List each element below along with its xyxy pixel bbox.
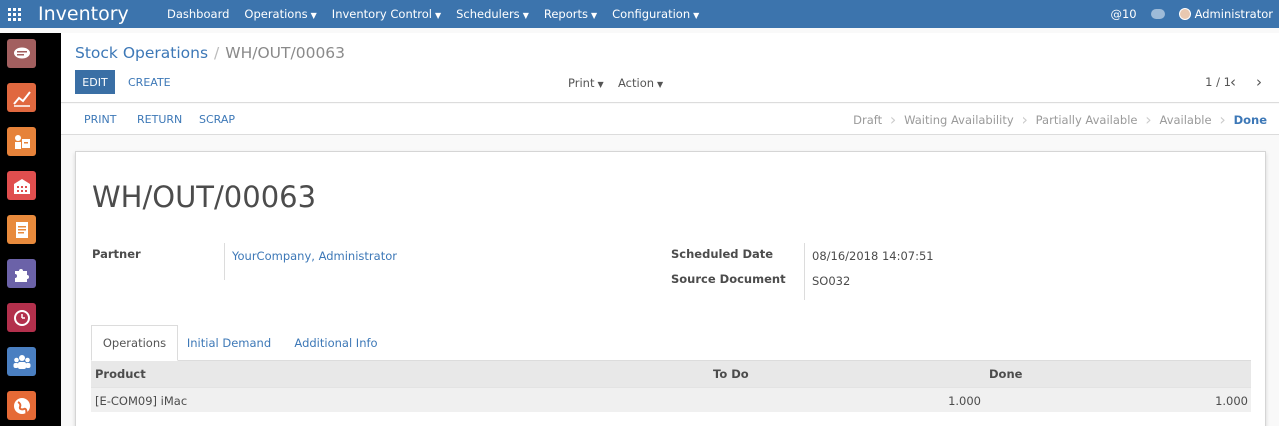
user-name: Administrator — [1194, 7, 1273, 21]
menu-schedulers[interactable]: Schedulers ▼ — [456, 7, 529, 21]
clock-icon[interactable] — [7, 303, 36, 332]
menu-reports[interactable]: Reports ▼ — [544, 7, 597, 21]
source-document-label: Source Document — [671, 272, 786, 286]
crm-icon[interactable] — [7, 127, 36, 156]
caret-down-icon: ▼ — [693, 11, 700, 20]
notebook-tabs: Operations Initial Demand Additional Inf… — [91, 325, 1251, 361]
control-panel: Stock Operations / WH/OUT/00063 EDIT CREAT… — [61, 33, 1279, 103]
source-document-field[interactable]: SO032 — [812, 274, 850, 288]
operations-table: Product To Do Done [E-COM09] iMac 1.000 … — [91, 361, 1251, 412]
discuss-icon[interactable] — [7, 39, 36, 68]
invoicing-icon[interactable] — [7, 215, 36, 244]
breadcrumb: Stock Operations / WH/OUT/00063 — [75, 44, 345, 62]
tab-additional-info[interactable]: Additional Info — [285, 325, 387, 361]
pager-next-icon[interactable]: › — [1256, 73, 1262, 91]
scrap-button[interactable]: SCRAP — [199, 113, 235, 126]
scheduled-date-field[interactable]: 08/16/2018 14:07:51 — [812, 249, 934, 263]
scheduled-date-label: Scheduled Date — [671, 247, 774, 261]
app-switcher-icon[interactable] — [0, 0, 28, 28]
breadcrumb-separator: / — [214, 44, 220, 62]
edit-button[interactable]: EDIT — [75, 70, 115, 94]
warehouse-icon[interactable] — [7, 171, 36, 200]
create-button[interactable]: CREATE — [121, 70, 178, 94]
chevron-right-icon: › — [1021, 110, 1028, 129]
pager-value[interactable]: 1 / 1 — [1205, 75, 1231, 89]
tab-initial-demand[interactable]: Initial Demand — [181, 325, 277, 361]
caret-down-icon: ▼ — [522, 11, 529, 20]
globe-icon[interactable] — [7, 391, 36, 420]
sales-chart-icon[interactable] — [7, 83, 36, 112]
caret-down-icon: ▼ — [310, 11, 317, 20]
caret-down-icon: ▼ — [597, 80, 604, 89]
menu-inventory-control[interactable]: Inventory Control ▼ — [332, 7, 441, 21]
top-navbar: Inventory Dashboard Operations ▼ Inventor… — [0, 0, 1279, 28]
stage-partially-available: Partially Available — [1035, 112, 1138, 127]
chevron-right-icon: › — [1145, 110, 1152, 129]
apps-puzzle-icon[interactable] — [7, 259, 36, 288]
menu-dashboard[interactable]: Dashboard — [167, 7, 229, 21]
partner-label: Partner — [92, 247, 141, 261]
column-to-do[interactable]: To Do — [713, 367, 749, 381]
action-dropdown[interactable]: Action ▼ — [618, 76, 663, 90]
print-dropdown[interactable]: Print ▼ — [568, 76, 604, 90]
stage-waiting-availability: Waiting Availability — [904, 112, 1014, 127]
stage-draft: Draft — [853, 112, 883, 127]
app-title: Inventory — [38, 3, 129, 25]
tab-operations[interactable]: Operations — [91, 325, 178, 361]
apps-sidebar — [0, 33, 61, 426]
chevron-right-icon: › — [1219, 110, 1226, 129]
field-divider — [224, 243, 225, 280]
partner-field[interactable]: YourCompany, Administrator — [232, 249, 397, 263]
column-done[interactable]: Done — [989, 367, 1022, 381]
table-row[interactable]: [E-COM09] iMac 1.000 1.000 — [91, 387, 1251, 412]
stage-available: Available — [1159, 112, 1212, 127]
user-menu[interactable]: Administrator — [1178, 7, 1273, 21]
mentions-counter[interactable]: @10 — [1110, 7, 1136, 21]
return-button[interactable]: RETURN — [137, 113, 182, 126]
form-sheet: WH/OUT/00063 Partner YourCompany, Admini… — [75, 151, 1266, 426]
menu-operations[interactable]: Operations ▼ — [244, 7, 316, 21]
chevron-right-icon: › — [889, 110, 897, 129]
print-button[interactable]: PRINT — [84, 113, 116, 126]
table-header: Product To Do Done — [91, 361, 1251, 387]
column-product[interactable]: Product — [95, 367, 146, 381]
stage-done: Done — [1233, 112, 1267, 127]
caret-down-icon: ▼ — [590, 11, 598, 20]
status-stages: Draft › Waiting Availability › Partially… — [853, 104, 1267, 135]
status-bar: PRINT RETURN SCRAP Draft › Waiting Avail… — [61, 104, 1279, 135]
todo-cell: 1.000 — [948, 394, 981, 408]
employees-icon[interactable] — [7, 347, 36, 376]
avatar — [1178, 8, 1191, 20]
record-title: WH/OUT/00063 — [92, 180, 317, 214]
breadcrumb-stock-operations[interactable]: Stock Operations — [75, 44, 208, 62]
main-content: Stock Operations / WH/OUT/00063 EDIT CREAT… — [61, 33, 1279, 426]
chat-icon[interactable] — [1150, 9, 1165, 19]
product-cell: [E-COM09] iMac — [95, 394, 188, 408]
pager-previous-icon[interactable]: ‹ — [1230, 73, 1236, 91]
caret-down-icon: ▼ — [657, 80, 664, 89]
field-divider — [804, 243, 805, 300]
main-menu: Dashboard Operations ▼ Inventory Control ▼… — [167, 7, 714, 21]
done-cell: 1.000 — [1215, 394, 1248, 408]
breadcrumb-current: WH/OUT/00063 — [225, 44, 346, 62]
menu-configuration[interactable]: Configuration ▼ — [612, 7, 699, 21]
caret-down-icon: ▼ — [434, 11, 442, 20]
